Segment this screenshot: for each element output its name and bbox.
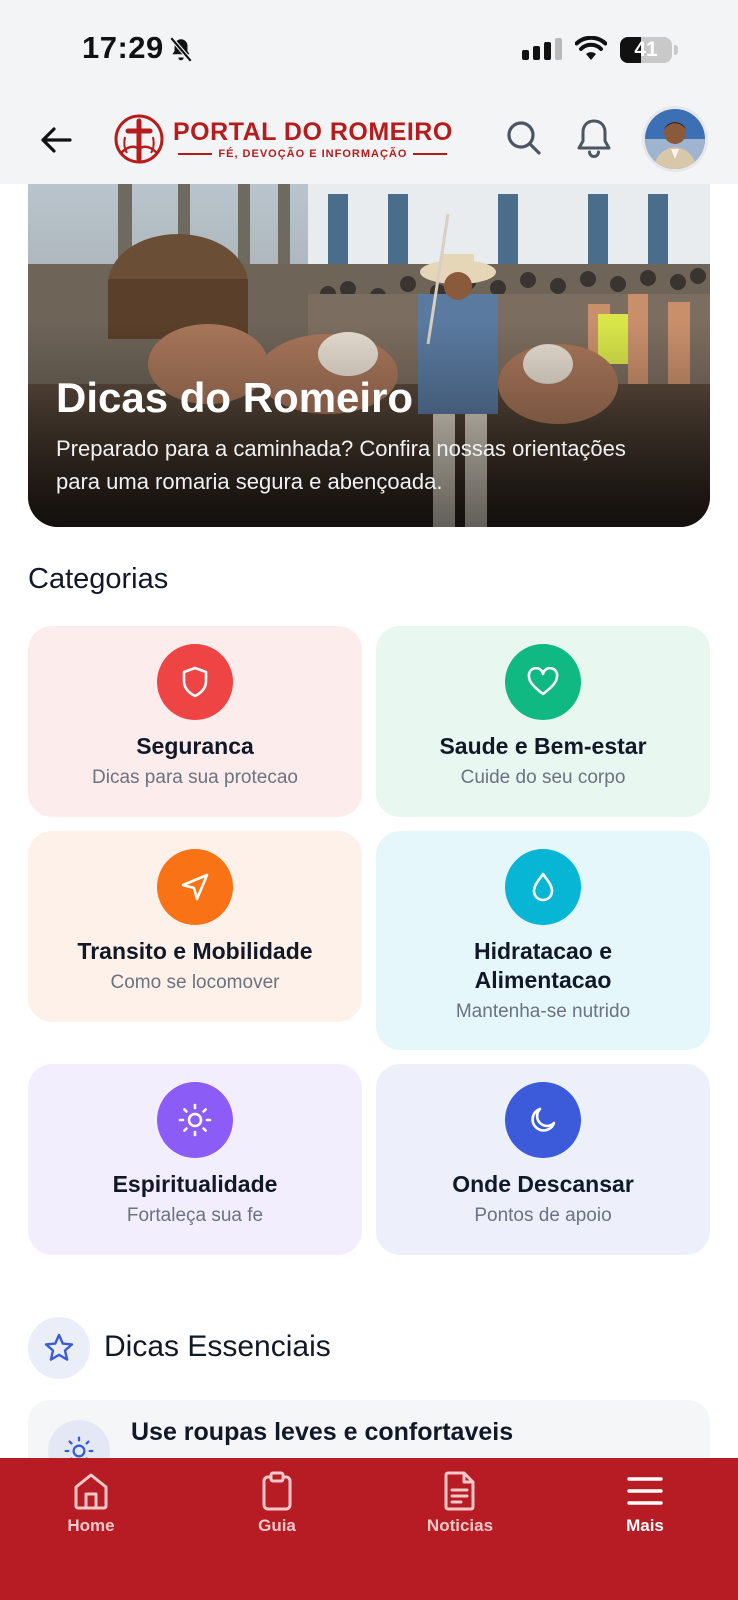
- category-subtitle: Fortaleça sua fe: [126, 1205, 264, 1226]
- category-title: Onde Descansar: [452, 1171, 634, 1197]
- category-card-hidratacao[interactable]: Hidratacao e Alimentacao Mantenha-se nut…: [376, 831, 710, 1050]
- category-icon-circle: [157, 849, 233, 925]
- star-icon: [44, 1333, 74, 1361]
- categories-title: Categorias: [28, 563, 169, 595]
- status-time: 17:29: [82, 30, 164, 65]
- category-subtitle: Pontos de apoio: [474, 1205, 612, 1226]
- logo-text: PORTAL DO ROMEIRO FÉ, DEVOÇÃO E INFORMAÇ…: [173, 118, 453, 160]
- back-arrow-icon: [41, 127, 72, 153]
- category-icon-circle: [505, 849, 581, 925]
- navigation-icon: [181, 873, 209, 901]
- heart-icon: [527, 667, 559, 696]
- battery-tip: [674, 45, 678, 55]
- notifications-button[interactable]: [574, 116, 614, 160]
- category-title: Hidratacao e Alimentacao: [473, 938, 613, 993]
- category-subtitle: Cuide do seu corpo: [460, 767, 626, 788]
- category-subtitle: Como se locomover: [110, 972, 280, 993]
- moon-icon: [531, 1107, 556, 1132]
- cross-logo-icon: [114, 114, 164, 164]
- category-icon-circle: [157, 1082, 233, 1158]
- battery-icon: 41: [620, 37, 672, 63]
- category-title: Espiritualidade: [112, 1171, 278, 1197]
- search-icon: [507, 121, 541, 155]
- nav-mais[interactable]: Mais: [585, 1470, 705, 1536]
- category-icon-circle: [157, 644, 233, 720]
- shield-icon: [182, 666, 208, 698]
- logo-subtitle: FÉ, DEVOÇÃO E INFORMAÇÃO: [218, 148, 408, 160]
- nav-noticias[interactable]: Noticias: [400, 1470, 520, 1536]
- category-icon-circle: [505, 644, 581, 720]
- droplet-icon: [532, 872, 554, 902]
- menu-icon: [627, 1477, 663, 1505]
- cellular-signal-icon: [522, 38, 562, 60]
- dicas-icon-circle: [28, 1317, 90, 1379]
- logo-title: PORTAL DO ROMEIRO: [173, 118, 453, 146]
- bell-icon: [577, 119, 611, 158]
- category-title: Seguranca: [136, 733, 254, 759]
- hero-description: Preparado para a caminhada? Confira noss…: [56, 436, 626, 494]
- logo-divider: [413, 153, 448, 155]
- portal-logo[interactable]: PORTAL DO ROMEIRO FÉ, DEVOÇÃO E INFORMAÇ…: [113, 112, 453, 166]
- category-title: Transito e Mobilidade: [77, 938, 313, 964]
- nav-label: Guia: [258, 1516, 296, 1535]
- tip-title: Use roupas leves e confortaveis: [131, 1418, 514, 1446]
- clipboard-icon: [262, 1471, 292, 1511]
- nav-home[interactable]: Home: [31, 1470, 151, 1536]
- category-icon-circle: [505, 1082, 581, 1158]
- battery-percent: 41: [634, 38, 658, 61]
- category-subtitle: Mantenha-se nutrido: [455, 1001, 631, 1022]
- category-card-seguranca[interactable]: Seguranca Dicas para sua protecao: [28, 626, 362, 817]
- nav-label: Mais: [626, 1516, 664, 1535]
- category-card-transito[interactable]: Transito e Mobilidade Como se locomover: [28, 831, 362, 1022]
- nav-label: Noticias: [426, 1516, 494, 1535]
- status-bar: 17:29 41: [0, 0, 738, 100]
- back-button[interactable]: [36, 120, 76, 160]
- sun-icon: [178, 1103, 212, 1137]
- wifi-icon: [575, 36, 607, 60]
- logo-divider: [178, 153, 213, 155]
- bottom-navigation: Home Guia Noticias Mais: [0, 1458, 738, 1600]
- app-header: PORTAL DO ROMEIRO FÉ, DEVOÇÃO E INFORMAÇ…: [0, 100, 738, 184]
- nav-guia[interactable]: Guia: [217, 1470, 337, 1536]
- nav-label: Home: [67, 1516, 115, 1535]
- category-card-descansar[interactable]: Onde Descansar Pontos de apoio: [376, 1064, 710, 1255]
- hero-banner[interactable]: Dicas do Romeiro Preparado para a caminh…: [28, 184, 710, 527]
- user-photo: [645, 109, 705, 169]
- document-icon: [444, 1471, 475, 1511]
- bell-off-icon: [169, 36, 193, 63]
- category-subtitle: Dicas para sua protecao: [92, 767, 298, 788]
- avatar[interactable]: [642, 106, 708, 172]
- home-icon: [74, 1473, 108, 1510]
- category-card-saude[interactable]: Saude e Bem-estar Cuide do seu corpo: [376, 626, 710, 817]
- hero-title: Dicas do Romeiro: [56, 374, 414, 421]
- category-card-espiritualidade[interactable]: Espiritualidade Fortaleça sua fe: [28, 1064, 362, 1255]
- category-title: Saude e Bem-estar: [439, 733, 647, 759]
- dicas-title: Dicas Essenciais: [104, 1330, 331, 1363]
- search-button[interactable]: [504, 118, 544, 158]
